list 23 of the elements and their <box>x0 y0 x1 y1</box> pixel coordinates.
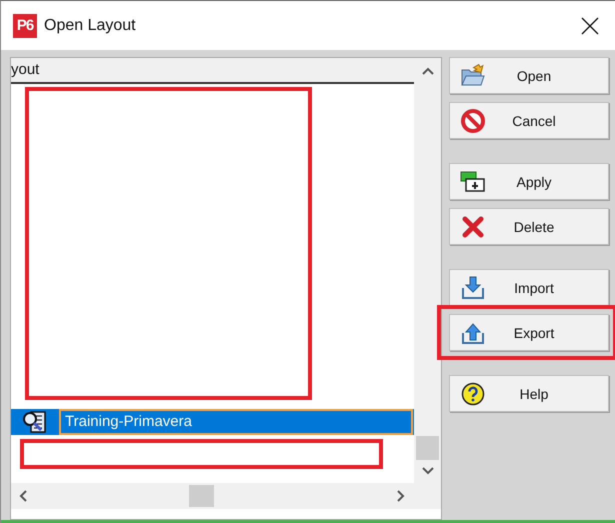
magnifier-document-icon <box>22 410 48 434</box>
prohibited-icon <box>461 108 485 132</box>
delete-button[interactable]: Delete <box>449 208 609 245</box>
tray-up-arrow-icon <box>461 320 485 344</box>
export-button[interactable]: Export <box>449 314 609 351</box>
horizontal-scrollbar[interactable] <box>11 483 441 509</box>
add-window-icon <box>460 170 486 192</box>
cancel-button[interactable]: Cancel <box>449 102 609 139</box>
help-icon <box>461 382 485 406</box>
folder-icon <box>460 64 486 88</box>
import-button[interactable]: Import <box>449 269 609 306</box>
close-icon[interactable] <box>581 16 599 34</box>
open-button[interactable]: Open <box>449 57 609 94</box>
help-button[interactable]: Help <box>449 375 609 412</box>
apply-button[interactable]: Apply <box>449 163 609 200</box>
vertical-scrollbar[interactable] <box>414 58 441 483</box>
scrollbar-thumb[interactable] <box>189 485 214 507</box>
cross-icon <box>462 216 484 238</box>
tray-down-arrow-icon <box>461 276 485 300</box>
window-title: Open Layout <box>44 16 136 34</box>
column-header[interactable]: yout <box>11 58 40 82</box>
app-logo: P6 <box>13 14 37 38</box>
scrollbar-thumb[interactable] <box>416 436 439 460</box>
